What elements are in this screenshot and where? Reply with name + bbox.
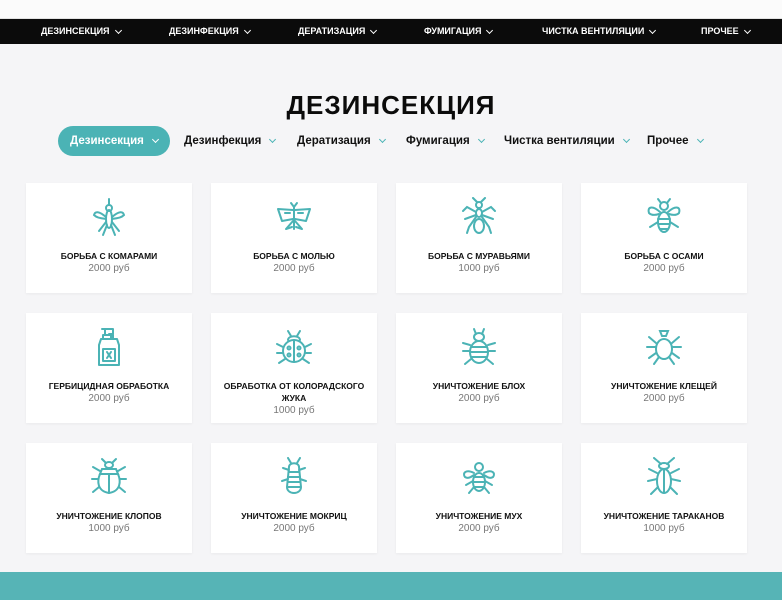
service-card-ants[interactable]: БОРЬБА С МУРАВЬЯМИ 1000 руб <box>396 183 562 293</box>
topnav-item-fumigaciya[interactable]: ФУМИГАЦИЯ <box>424 19 494 44</box>
topnav-item-chistka-ventilyacii[interactable]: ЧИСТКА ВЕНТИЛЯЦИИ <box>542 19 657 44</box>
service-card-herbicide[interactable]: ГЕРБИЦИДНАЯ ОБРАБОТКА 2000 руб <box>26 313 192 423</box>
card-price: 2000 руб <box>458 523 500 534</box>
spray-bottle-icon <box>98 328 120 366</box>
tab-dezinfekciya[interactable]: Дезинфекция <box>184 126 277 156</box>
chevron-down-icon <box>114 26 122 34</box>
chevron-down-icon <box>370 26 378 34</box>
topnav-label: ПРОЧЕЕ <box>701 26 739 36</box>
wasp-icon <box>647 198 681 233</box>
bedbug-icon <box>91 458 127 495</box>
ant-icon <box>462 197 496 234</box>
card-price: 1000 руб <box>273 405 315 416</box>
service-card-colorado-beetle[interactable]: ОБРАБОТКА ОТ КОЛОРАДСКОГО ЖУКА 1000 руб <box>211 313 377 423</box>
service-card-ticks[interactable]: УНИЧТОЖЕНИЕ КЛЕЩЕЙ 2000 руб <box>581 313 747 423</box>
mosquito-icon <box>92 198 126 236</box>
topnav-label: ЧИСТКА ВЕНТИЛЯЦИИ <box>542 26 645 36</box>
card-price: 2000 руб <box>88 393 130 404</box>
category-tabs: Дезинсекция Дезинфекция Дератизация Фуми… <box>0 126 782 156</box>
colorado-beetle-icon <box>276 330 312 364</box>
topnav-item-prochee[interactable]: ПРОЧЕЕ <box>701 19 751 44</box>
card-title: БОРЬБА С КОМАРАМИ <box>60 251 158 261</box>
topnav-label: ДЕЗИНФЕКЦИЯ <box>169 26 239 36</box>
chevron-down-icon <box>269 135 277 144</box>
chevron-down-icon <box>477 135 485 144</box>
tab-fumigaciya[interactable]: Фумигация <box>406 126 485 156</box>
card-title: БОРЬБА С МУРАВЬЯМИ <box>428 251 530 261</box>
tab-dezinsekciya[interactable]: Дезинсекция <box>58 126 170 156</box>
service-card-cockroaches[interactable]: УНИЧТОЖЕНИЕ ТАРАКАНОВ 1000 руб <box>581 443 747 553</box>
footer-band <box>0 572 782 600</box>
card-price: 1000 руб <box>88 523 130 534</box>
card-title: УНИЧТОЖЕНИЕ БЛОХ <box>432 381 526 391</box>
card-title: УНИЧТОЖЕНИЕ МУХ <box>435 511 523 521</box>
card-price: 1000 руб <box>643 523 685 534</box>
card-title: УНИЧТОЖЕНИЕ ТАРАКАНОВ <box>603 511 725 521</box>
tab-label: Дезинсекция <box>70 135 144 147</box>
tab-label: Чистка вентиляции <box>504 135 615 147</box>
woodlouse-icon <box>281 457 307 494</box>
service-card-fleas[interactable]: УНИЧТОЖЕНИЕ БЛОХ 2000 руб <box>396 313 562 423</box>
tab-prochee[interactable]: Прочее <box>647 126 704 156</box>
topnav-label: ФУМИГАЦИЯ <box>424 26 482 36</box>
card-title: УНИЧТОЖЕНИЕ КЛЕЩЕЙ <box>611 381 717 391</box>
card-title: ГЕРБИЦИДНАЯ ОБРАБОТКА <box>48 381 170 391</box>
chevron-down-icon <box>622 135 630 144</box>
card-price: 1000 руб <box>458 263 500 274</box>
chevron-down-icon <box>151 135 159 144</box>
service-card-wasps[interactable]: БОРЬБА С ОСАМИ 2000 руб <box>581 183 747 293</box>
topnav-item-dezinsekciya[interactable]: ДЕЗИНСЕКЦИЯ <box>41 19 122 44</box>
card-price: 2000 руб <box>273 523 315 534</box>
tab-deratizaciya[interactable]: Дератизация <box>297 126 386 156</box>
tab-chistka-ventilyacii[interactable]: Чистка вентиляции <box>504 126 630 156</box>
card-title: БОРЬБА С ОСАМИ <box>624 251 704 261</box>
tab-label: Дезинфекция <box>184 135 262 147</box>
card-title: УНИЧТОЖЕНИЕ КЛОПОВ <box>56 511 162 521</box>
fly-icon <box>463 462 495 494</box>
service-card-bedbugs[interactable]: УНИЧТОЖЕНИЕ КЛОПОВ 1000 руб <box>26 443 192 553</box>
topnav-item-dezinfekciya[interactable]: ДЕЗИНФЕКЦИЯ <box>169 19 251 44</box>
topnav-label: ДЕРАТИЗАЦИЯ <box>298 26 366 36</box>
chevron-down-icon <box>696 135 704 144</box>
chevron-down-icon <box>486 26 494 34</box>
topnav-item-deratizaciya[interactable]: ДЕРАТИЗАЦИЯ <box>298 19 378 44</box>
tab-label: Дератизация <box>297 135 371 147</box>
card-price: 2000 руб <box>458 393 500 404</box>
card-price: 2000 руб <box>643 393 685 404</box>
chevron-down-icon <box>378 135 386 144</box>
card-price: 2000 руб <box>273 263 315 274</box>
chevron-down-icon <box>743 26 751 34</box>
service-card-moths[interactable]: БОРЬБА С МОЛЬЮ 2000 руб <box>211 183 377 293</box>
tab-label: Прочее <box>647 135 689 147</box>
card-title: БОРЬБА С МОЛЬЮ <box>253 251 335 261</box>
service-card-flies[interactable]: УНИЧТОЖЕНИЕ МУХ 2000 руб <box>396 443 562 553</box>
service-card-mosquitoes[interactable]: БОРЬБА С КОМАРАМИ 2000 руб <box>26 183 192 293</box>
tick-icon <box>646 330 682 365</box>
chevron-down-icon <box>649 26 657 34</box>
cockroach-icon <box>647 457 681 495</box>
flea-icon <box>462 328 496 365</box>
chevron-down-icon <box>243 26 251 34</box>
card-title: ОБРАБОТКА ОТ КОЛОРАДСКОГО ЖУКА <box>223 381 365 403</box>
card-price: 2000 руб <box>88 263 130 274</box>
top-navigation-bar: ДЕЗИНСЕКЦИЯ ДЕЗИНФЕКЦИЯ ДЕРАТИЗАЦИЯ ФУМИ… <box>0 19 782 44</box>
browser-top-strip <box>0 0 782 19</box>
moth-icon <box>277 202 311 230</box>
service-card-woodlice[interactable]: УНИЧТОЖЕНИЕ МОКРИЦ 2000 руб <box>211 443 377 553</box>
topnav-label: ДЕЗИНСЕКЦИЯ <box>41 26 110 36</box>
page-title: ДЕЗИНСЕКЦИЯ <box>286 90 496 120</box>
card-title: УНИЧТОЖЕНИЕ МОКРИЦ <box>241 511 347 521</box>
tab-label: Фумигация <box>406 135 470 147</box>
card-price: 2000 руб <box>643 263 685 274</box>
